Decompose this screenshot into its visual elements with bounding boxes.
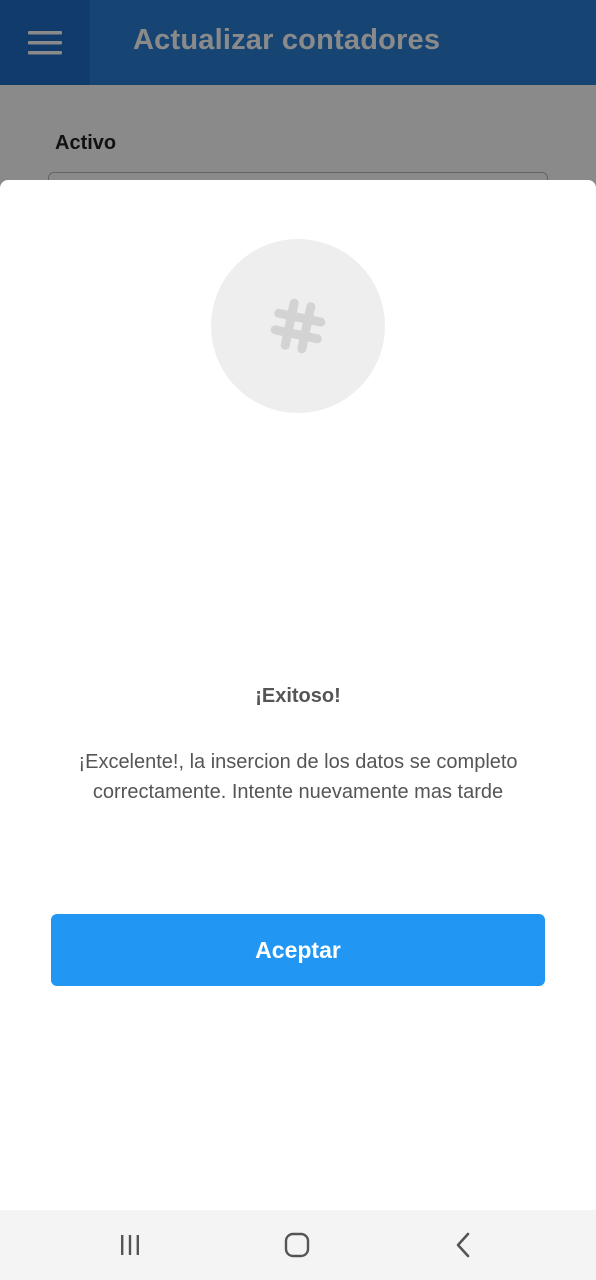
home-button[interactable] [257,1210,337,1280]
dialog-icon-circle [211,239,385,413]
back-icon [456,1232,470,1258]
back-button[interactable] [424,1210,504,1280]
dialog-message: ¡Excelente!, la insercion de los datos s… [78,751,518,803]
dialog-title: ¡Exitoso! [255,685,341,707]
accept-button[interactable]: Aceptar [51,914,545,986]
hashtag-icon [270,298,326,354]
recent-apps-button[interactable] [90,1210,170,1280]
system-nav-bar [0,1210,596,1280]
recent-apps-icon [121,1235,139,1255]
home-icon [284,1232,310,1258]
success-dialog: ¡Exitoso! ¡Excelente!, la insercion de l… [0,180,596,1210]
